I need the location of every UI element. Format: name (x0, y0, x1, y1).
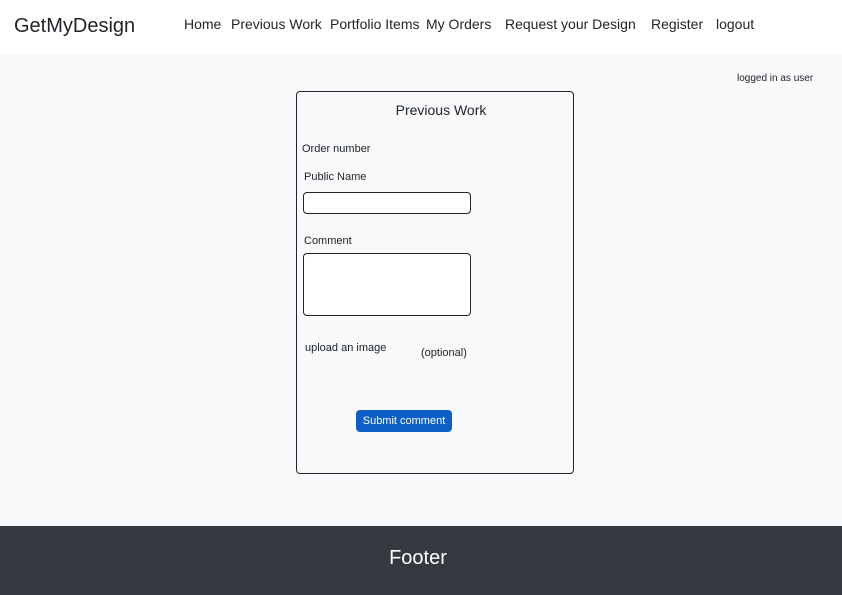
nav-register[interactable]: Register (651, 16, 703, 32)
public-name-label: Public Name (304, 171, 367, 183)
page: GetMyDesign Home Previous Work Portfolio… (0, 0, 842, 595)
footer-text: Footer (389, 547, 447, 569)
nav-previous-work[interactable]: Previous Work (231, 16, 322, 32)
comment-label: Comment (304, 235, 352, 247)
public-name-input[interactable] (303, 192, 471, 214)
form-title: Previous Work (395, 102, 487, 118)
login-status: logged in as user (737, 73, 814, 84)
comment-textarea[interactable] (303, 253, 471, 316)
footer: Footer (0, 526, 842, 595)
navbar: GetMyDesign Home Previous Work Portfolio… (0, 0, 842, 54)
nav-logout[interactable]: logout (716, 16, 754, 32)
nav-home[interactable]: Home (184, 16, 221, 32)
submit-comment-button[interactable]: Submit comment (356, 410, 452, 432)
nav-my-orders[interactable]: My Orders (426, 16, 491, 32)
order-number-label: Order number (302, 143, 371, 155)
brand-logo[interactable]: GetMyDesign (14, 15, 135, 38)
previous-work-form: Previous Work Order number Public Name C… (296, 91, 574, 474)
nav-portfolio-items[interactable]: Portfolio Items (330, 16, 419, 32)
nav-request-design[interactable]: Request your Design (505, 16, 636, 32)
upload-image-label[interactable]: upload an image (305, 342, 386, 354)
optional-label: (optional) (421, 347, 467, 359)
